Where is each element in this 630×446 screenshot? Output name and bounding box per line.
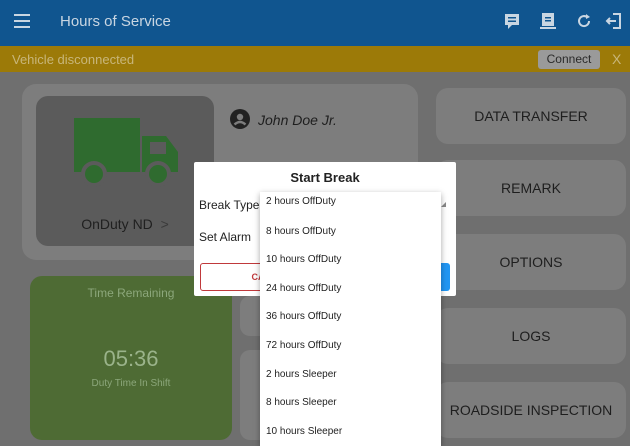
connect-button[interactable]: Connect	[538, 50, 600, 69]
connection-banner: Vehicle disconnected Connect X	[0, 46, 630, 72]
message-icon[interactable]	[502, 12, 522, 32]
truck-icon	[74, 118, 178, 187]
document-icon[interactable]	[538, 12, 558, 32]
duty-status-label: OnDuty ND >	[81, 216, 169, 232]
refresh-icon[interactable]	[574, 12, 594, 32]
options-button[interactable]: OPTIONS	[436, 234, 626, 290]
logout-icon[interactable]	[604, 12, 624, 32]
set-alarm-label: Set Alarm	[199, 230, 252, 244]
dropdown-option[interactable]: 72 hours OffDuty	[260, 335, 441, 364]
break-type-label: Break Type	[199, 198, 260, 212]
driver-name: John Doe Jr.	[258, 112, 337, 128]
logs-button[interactable]: LOGS	[436, 308, 626, 364]
time-remaining-value: 05:36	[103, 346, 159, 371]
user-avatar-icon	[230, 109, 250, 129]
time-remaining-sub: Duty Time In Shift	[91, 378, 171, 389]
app-title: Hours of Service	[60, 13, 171, 30]
time-remaining-card: Time Remaining 05:36 Duty Time In Shift	[30, 276, 232, 440]
dropdown-option[interactable]: 36 hours OffDuty	[260, 306, 441, 335]
dropdown-option[interactable]: 24 hours OffDuty	[260, 278, 441, 307]
chevron-right-icon: >	[160, 216, 169, 232]
app-header: Hours of Service	[0, 0, 630, 46]
dropdown-option[interactable]: 10 hours Sleeper	[260, 421, 441, 446]
dropdown-caret-icon[interactable]	[441, 202, 446, 207]
dropdown-option[interactable]: 10 hours OffDuty	[260, 249, 441, 278]
dropdown-option[interactable]: 2 hours Sleeper	[260, 364, 441, 393]
close-banner-button[interactable]: X	[612, 51, 621, 67]
remark-button[interactable]: REMARK	[436, 160, 626, 216]
dropdown-option[interactable]: 8 hours OffDuty	[260, 221, 441, 250]
ok-button[interactable]	[440, 263, 450, 291]
dropdown-option[interactable]: 8 hours Sleeper	[260, 392, 441, 421]
dialog-title: Start Break	[290, 170, 360, 185]
break-type-dropdown: 2 hours OffDuty 8 hours OffDuty 10 hours…	[260, 192, 441, 446]
dropdown-option[interactable]: 2 hours OffDuty	[260, 192, 441, 221]
data-transfer-button[interactable]: DATA TRANSFER	[436, 88, 626, 144]
banner-message: Vehicle disconnected	[12, 52, 135, 67]
duty-status-tile[interactable]: OnDuty ND >	[36, 96, 214, 246]
roadside-inspection-button[interactable]: ROADSIDE INSPECTION	[436, 382, 626, 438]
menu-icon[interactable]	[14, 14, 30, 28]
